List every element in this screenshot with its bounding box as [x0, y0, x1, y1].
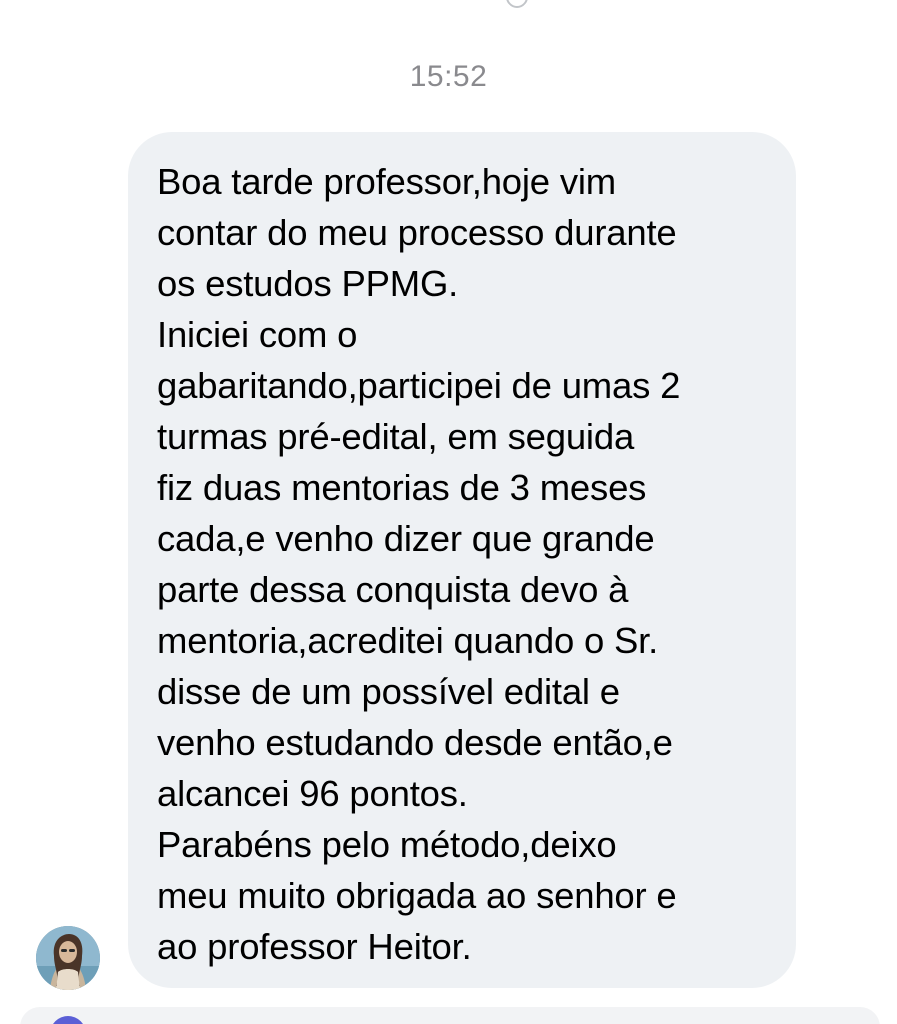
message-line: venho estudando desde então,e	[157, 722, 673, 763]
message-line: gabaritando,participei de umas 2	[157, 365, 681, 406]
message-line: ao professor Heitor.	[157, 926, 472, 967]
message-bubble[interactable]: Boa tarde professor,hoje vim contar do m…	[128, 132, 796, 988]
message-line: Boa tarde professor,hoje vim	[157, 161, 617, 202]
message-line: contar do meu processo durante	[157, 212, 677, 253]
message-paragraph-2: Iniciei com o gabaritando,participei de …	[157, 309, 766, 819]
profile-photo-avatar	[36, 926, 100, 990]
message-line: disse de um possível edital e	[157, 671, 620, 712]
message-line: meu muito obrigada ao senhor e	[157, 875, 677, 916]
message-line: Parabéns pelo método,deixo	[157, 824, 617, 865]
message-line: Iniciei com o	[157, 314, 358, 355]
message-line: cada,e venho dizer que grande	[157, 518, 655, 559]
message-line: alcancei 96 pontos.	[157, 773, 468, 814]
partial-icon-top	[501, 0, 533, 13]
message-line: turmas pré-edital, em seguida	[157, 416, 635, 457]
message-paragraph-3: Parabéns pelo método,deixo meu muito obr…	[157, 819, 766, 972]
message-line: os estudos PPMG.	[157, 263, 459, 304]
message-input-bar[interactable]	[20, 1007, 880, 1024]
sender-avatar[interactable]	[36, 926, 100, 990]
message-line: parte dessa conquista devo à	[157, 569, 629, 610]
message-timestamp: 15:52	[409, 60, 488, 93]
message-paragraph-1: Boa tarde professor,hoje vim contar do m…	[157, 156, 766, 309]
message-line: fiz duas mentorias de 3 meses	[157, 467, 647, 508]
message-line: mentoria,acreditei quando o Sr.	[157, 620, 659, 661]
